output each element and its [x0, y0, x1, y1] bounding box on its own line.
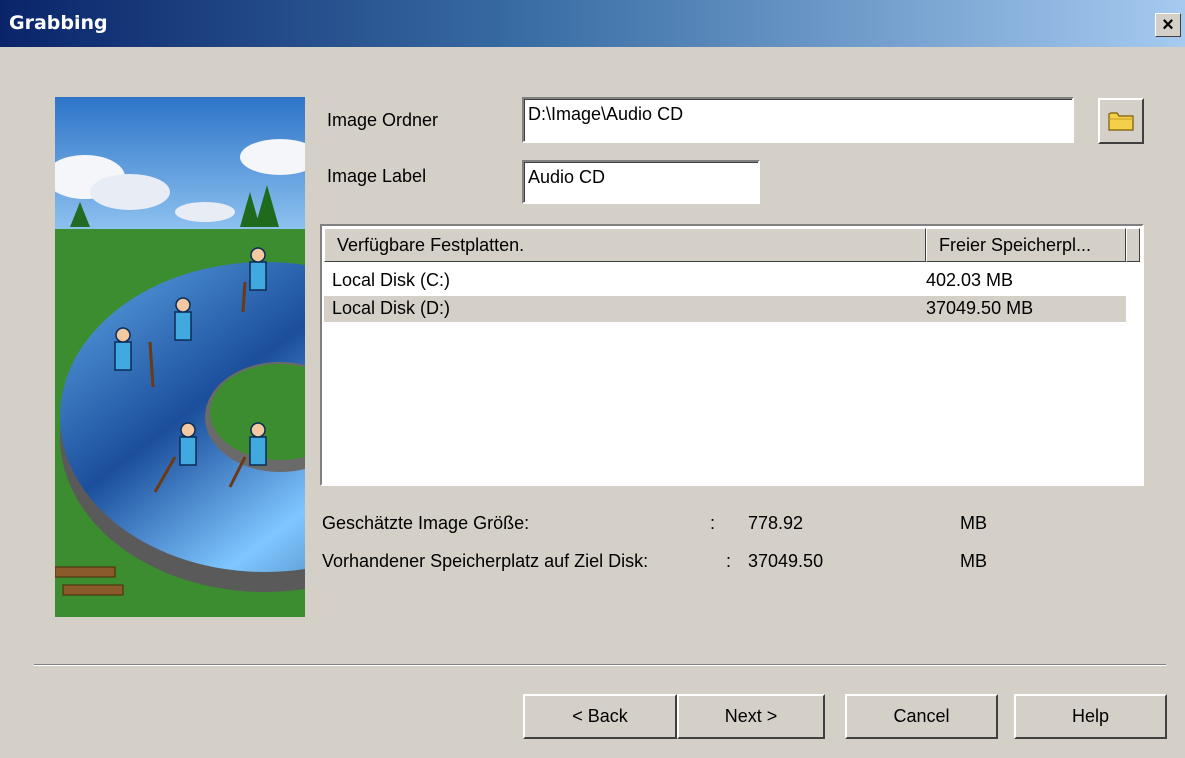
image-folder-label: Image Ordner [327, 110, 439, 130]
column-header-free-space[interactable]: Freier Speicherpl... [926, 228, 1126, 262]
available-space-value: 37049.50 [748, 551, 824, 571]
column-header-filler [1126, 228, 1140, 262]
cancel-button[interactable]: Cancel [845, 694, 998, 739]
folder-icon [1108, 112, 1134, 131]
estimated-size-value: 778.92 [748, 513, 804, 533]
disk-free-space: 402.03 MB [926, 270, 1014, 290]
available-space-unit: MB [960, 551, 987, 571]
available-space-label: Vorhandener Speicherplatz auf Ziel Disk: [322, 551, 649, 571]
close-icon: × [1162, 14, 1174, 36]
next-button[interactable]: Next > [677, 694, 825, 739]
disk-name: Local Disk (C:) [332, 270, 451, 290]
estimated-size-unit: MB [960, 513, 987, 533]
disk-name: Local Disk (D:) [332, 298, 451, 318]
image-label-input[interactable]: Audio CD [522, 160, 760, 204]
image-label-label: Image Label [327, 166, 427, 186]
estimated-size-colon: : [710, 513, 716, 533]
footer-divider [34, 664, 1166, 666]
close-button[interactable]: × [1155, 13, 1181, 37]
back-button[interactable]: < Back [523, 694, 677, 739]
list-header: Verfügbare Festplatten. Freier Speicherp… [324, 228, 1140, 262]
available-space-colon: : [726, 551, 732, 571]
disk-list[interactable]: Verfügbare Festplatten. Freier Speicherp… [320, 224, 1144, 486]
disc-cleaning-workers-illustration [45, 97, 470, 617]
window-title: Grabbing [9, 12, 108, 34]
title-bar: Grabbing × [0, 0, 1185, 47]
help-button[interactable]: Help [1014, 694, 1167, 739]
list-row-disk-c[interactable]: Local Disk (C:) 402.03 MB [324, 268, 1126, 294]
estimated-size-label: Geschätzte Image Größe: [322, 513, 530, 533]
list-row-disk-d[interactable]: Local Disk (D:) 37049.50 MB [324, 296, 1126, 322]
wizard-illustration [45, 97, 470, 617]
column-header-disks[interactable]: Verfügbare Festplatten. [324, 228, 926, 262]
disk-free-space: 37049.50 MB [926, 298, 1034, 318]
image-folder-input[interactable]: D:\Image\Audio CD [522, 97, 1074, 143]
browse-folder-button[interactable] [1098, 98, 1144, 144]
